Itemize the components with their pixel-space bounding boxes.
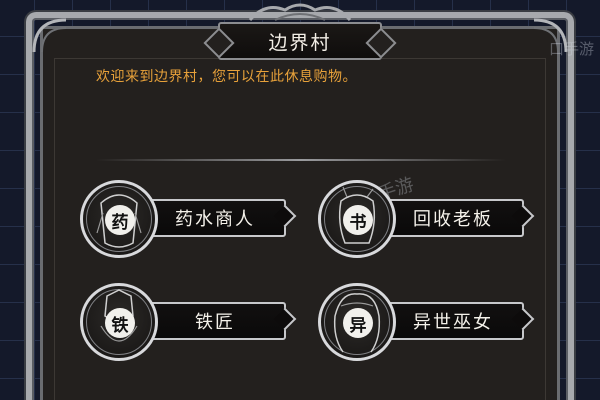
npc-name-label: 异世巫女 — [413, 312, 493, 333]
location-title: 边界村 — [268, 31, 332, 54]
npc-name-label: 铁匠 — [195, 312, 235, 333]
npc-blacksmith-button[interactable]: 铁匠 铁 — [80, 283, 290, 361]
npc-name-label: 回收老板 — [413, 209, 493, 230]
portrait-medallion-icon[interactable]: 异 — [318, 283, 396, 361]
watermark-logo: 口手游 — [548, 40, 594, 58]
npc-potion-merchant-button[interactable]: 药水商人 药 — [80, 180, 290, 258]
npc-name-label: 药水商人 — [175, 209, 255, 230]
npc-seal-glyph: 异 — [343, 308, 373, 338]
divider-ornament — [96, 159, 506, 161]
game-screen: 边界村 欢迎来到边界村，您可以在此休息购物。 药水商人 药 回收老板 书 铁匠 … — [0, 0, 600, 400]
portrait-medallion-icon[interactable]: 书 — [318, 180, 396, 258]
portrait-medallion-icon[interactable]: 药 — [80, 180, 158, 258]
corner-ornament-icon — [32, 18, 67, 53]
portrait-medallion-icon[interactable]: 铁 — [80, 283, 158, 361]
top-crest-ornament-icon — [248, 3, 352, 21]
npc-seal-glyph: 书 — [343, 205, 373, 235]
npc-recycle-boss-button[interactable]: 回收老板 书 — [318, 180, 528, 258]
npc-seal-glyph: 铁 — [105, 308, 135, 338]
npc-otherworld-shrine-maiden-button[interactable]: 异世巫女 异 — [318, 283, 528, 361]
npc-seal-glyph: 药 — [105, 205, 135, 235]
location-title-banner: 边界村 — [218, 22, 382, 60]
welcome-message: 欢迎来到边界村，您可以在此休息购物。 — [96, 69, 357, 85]
